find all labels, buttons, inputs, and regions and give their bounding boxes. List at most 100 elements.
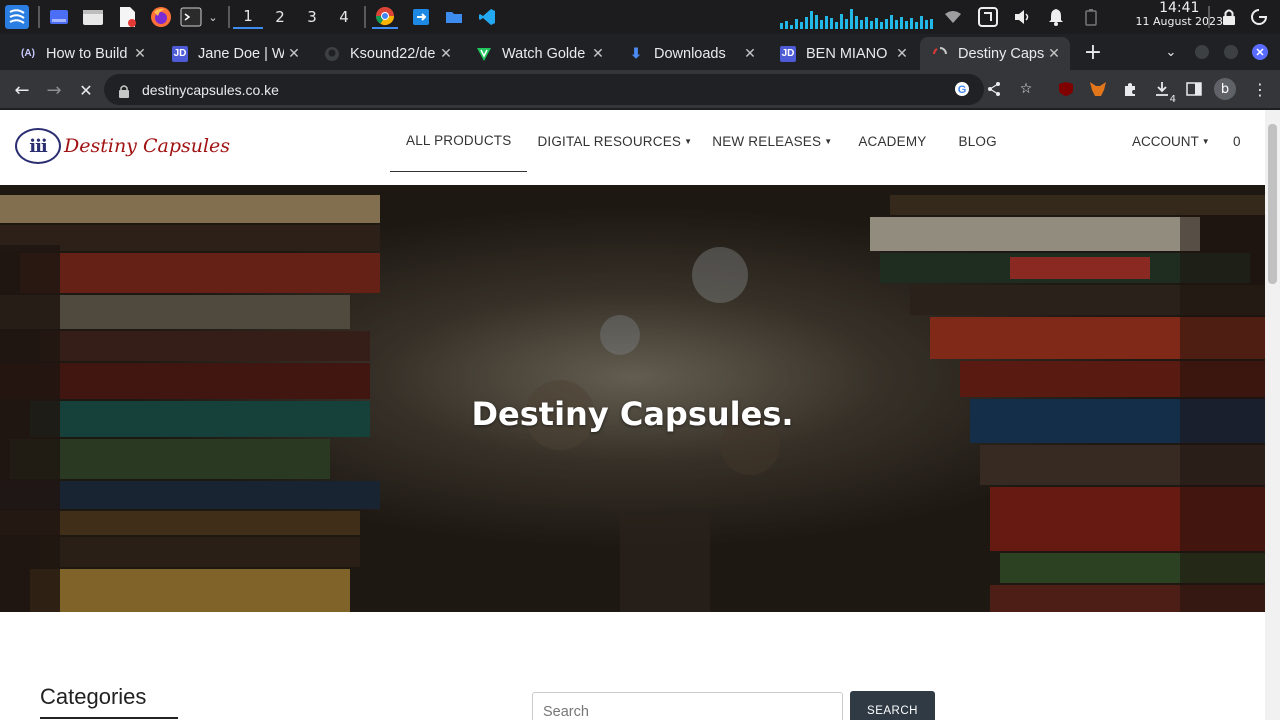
share-icon[interactable]: [984, 79, 1004, 99]
close-icon[interactable]: ✕: [892, 45, 912, 62]
categories-underline: [40, 717, 178, 719]
tab[interactable]: JD BEN MIANO | ✕: [768, 37, 918, 70]
menu-item-academy[interactable]: ACADEMY: [842, 110, 942, 172]
loading-spinner-icon: [932, 46, 948, 62]
search-button[interactable]: SEARCH: [850, 691, 935, 720]
side-panel-icon[interactable]: [1184, 79, 1204, 99]
account-label: ACCOUNT: [1132, 133, 1199, 149]
svg-text:G: G: [958, 84, 967, 96]
window-close-icon[interactable]: [1248, 40, 1272, 64]
cart-count[interactable]: 0: [1233, 110, 1241, 172]
text-editor-icon[interactable]: [116, 5, 138, 29]
system-taskbar: ⌄ 1 2 3 4 14:41 11 August 2023: [0, 0, 1280, 34]
maximize-icon[interactable]: [1219, 40, 1243, 64]
caret-down-icon: ▼: [1201, 136, 1210, 146]
site-logo[interactable]: iii Destiny Capsules: [15, 128, 230, 164]
minimize-icon[interactable]: [1190, 40, 1214, 64]
tab[interactable]: (A) How to Build ✕: [8, 37, 156, 70]
chevron-down-icon[interactable]: ⌄: [206, 5, 220, 29]
tab-title: Jane Doe | W: [198, 45, 284, 62]
close-icon[interactable]: ✕: [130, 45, 150, 62]
extensions-puzzle-icon[interactable]: [1120, 79, 1140, 99]
url-text: destinycapsules.co.ke: [142, 81, 279, 98]
tab-title: Destiny Caps: [958, 45, 1044, 62]
notifications-icon[interactable]: [1046, 5, 1066, 29]
downloads-badge: 4: [1169, 94, 1176, 105]
favicon-icon: JD: [172, 45, 188, 62]
workspace-1[interactable]: 1: [233, 5, 263, 29]
metamask-icon[interactable]: [1088, 79, 1108, 99]
vscode-icon[interactable]: [476, 5, 498, 29]
power-icon[interactable]: [1248, 5, 1270, 29]
account-dropdown[interactable]: ACCOUNT ▼: [1132, 110, 1210, 172]
hero-title: Destiny Capsules.: [471, 395, 794, 433]
menu-item-blog[interactable]: BLOG: [942, 110, 1012, 172]
close-icon[interactable]: ✕: [740, 45, 760, 62]
kebab-menu-icon[interactable]: ⋮: [1250, 79, 1270, 99]
workspace-2[interactable]: 2: [265, 5, 295, 29]
menu-item-digital-resources[interactable]: DIGITAL RESOURCES ▼: [527, 110, 702, 172]
tab-title: Downloads: [654, 45, 726, 62]
categories-heading: Categories: [40, 684, 147, 709]
ublock-icon[interactable]: [1056, 79, 1076, 99]
menu-item-label: ACADEMY: [858, 133, 927, 149]
lock-icon[interactable]: [118, 83, 132, 98]
workspace-overview-icon[interactable]: [48, 5, 70, 29]
menu-item-label: DIGITAL RESOURCES: [537, 133, 682, 149]
page-scrollbar[interactable]: [1265, 110, 1280, 720]
tab-title: BEN MIANO |: [806, 45, 892, 62]
remote-desktop-icon[interactable]: [410, 5, 432, 29]
tab[interactable]: Ksound22/de ✕: [312, 37, 462, 70]
bookmark-star-icon[interactable]: ☆: [1016, 79, 1036, 99]
volume-icon[interactable]: [1012, 5, 1032, 29]
browser-toolbar: ← → ✕ destinycapsules.co.ke G ☆ 4 b ⋮: [0, 70, 1280, 109]
forward-icon[interactable]: →: [42, 78, 66, 102]
menu-item-new-releases[interactable]: NEW RELEASES ▼: [702, 110, 842, 172]
workspace-3[interactable]: 3: [297, 5, 327, 29]
caret-down-icon: ▼: [824, 136, 833, 146]
app-menu-icon[interactable]: [4, 5, 30, 29]
folder-icon[interactable]: [443, 5, 465, 29]
stop-loading-icon[interactable]: ✕: [74, 78, 98, 102]
firefox-icon[interactable]: [149, 5, 173, 29]
favicon-icon: JD: [780, 45, 796, 62]
scrollbar-thumb[interactable]: [1268, 124, 1277, 284]
site-header: iii Destiny Capsules ALL PRODUCTS DIGITA…: [0, 110, 1265, 185]
caret-down-icon: ▼: [684, 136, 693, 146]
close-icon[interactable]: ✕: [284, 45, 304, 62]
lock-icon[interactable]: [1219, 5, 1239, 29]
screen-capture-icon[interactable]: [976, 5, 1000, 29]
favicon-icon: (A): [21, 48, 35, 59]
tab-active[interactable]: Destiny Caps ✕: [920, 37, 1070, 70]
tab-title: How to Build: [46, 45, 128, 62]
close-icon[interactable]: ✕: [1044, 45, 1064, 62]
menu-item-all-products[interactable]: ALL PRODUCTS: [390, 110, 528, 172]
search-input[interactable]: [532, 692, 843, 720]
page-viewport: iii Destiny Capsules ALL PRODUCTS DIGITA…: [0, 110, 1265, 720]
close-icon[interactable]: ✕: [588, 45, 608, 62]
google-icon[interactable]: G: [952, 79, 972, 99]
close-icon[interactable]: ✕: [436, 45, 456, 62]
address-bar[interactable]: destinycapsules.co.ke: [104, 74, 984, 105]
profile-avatar[interactable]: b: [1214, 78, 1236, 100]
tab-title: Ksound22/de: [350, 45, 436, 62]
network-graph-icon: [780, 5, 935, 29]
menu-item-label: ALL PRODUCTS: [406, 133, 512, 148]
new-tab-icon[interactable]: +: [1081, 40, 1105, 65]
workspace-4[interactable]: 4: [329, 5, 359, 29]
back-icon[interactable]: ←: [10, 78, 34, 102]
tab[interactable]: Watch Golde ✕: [464, 37, 614, 70]
tab-search-icon[interactable]: ⌄: [1159, 40, 1183, 64]
main-menu: ALL PRODUCTS DIGITAL RESOURCES ▼ NEW REL…: [390, 110, 1013, 172]
tab[interactable]: ⬇ Downloads ✕: [616, 37, 766, 70]
wifi-icon[interactable]: [943, 5, 963, 29]
logo-text: Destiny Capsules: [64, 135, 231, 157]
file-manager-icon[interactable]: [82, 5, 104, 29]
terminal-icon[interactable]: [179, 5, 203, 29]
github-icon: [324, 46, 340, 62]
chrome-icon[interactable]: [372, 5, 398, 29]
menu-item-label: NEW RELEASES: [712, 133, 822, 149]
downloads-icon[interactable]: 4: [1152, 79, 1176, 105]
tab[interactable]: JD Jane Doe | W ✕: [160, 37, 310, 70]
logo-mark: iii: [15, 128, 61, 164]
